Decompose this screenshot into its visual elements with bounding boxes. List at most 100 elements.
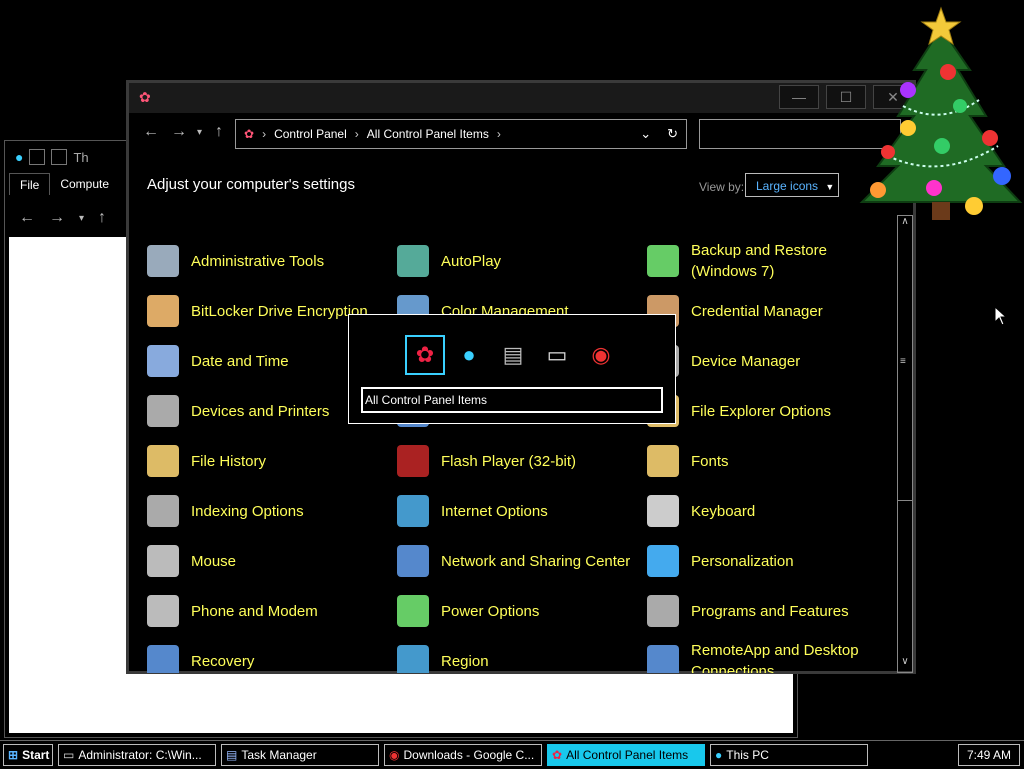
breadcrumb-separator-icon[interactable]: ›	[497, 127, 501, 141]
command-prompt-icon[interactable]: ▭	[537, 335, 577, 375]
task-manager-icon[interactable]: ▤	[493, 335, 533, 375]
mouse-icon	[147, 545, 179, 577]
breadcrumb-all-items[interactable]: All Control Panel Items	[367, 127, 489, 141]
control-panel-item[interactable]: Phone and Modem	[147, 589, 387, 633]
forward-arrow-icon[interactable]: →	[171, 123, 187, 141]
control-panel-item[interactable]: Indexing Options	[147, 489, 387, 533]
control-panel-item-label: Power Options	[441, 602, 540, 620]
control-panel-item-label: Backup and Restore (Windows 7)	[691, 242, 827, 280]
page-title: Adjust your computer's settings	[147, 176, 355, 193]
vertical-scrollbar[interactable]: ∧ ≡ ∨	[897, 215, 913, 673]
control-panel-item-label: Personalization	[691, 552, 794, 570]
control-panel-item-label: Keyboard	[691, 502, 756, 520]
control-panel-item[interactable]: Power Options	[397, 589, 637, 633]
keyboard-icon	[647, 495, 679, 527]
internet-options-icon	[397, 495, 429, 527]
breadcrumb-control-panel[interactable]: Control Panel	[274, 127, 347, 141]
quick-access-properties-icon[interactable]	[29, 149, 46, 165]
taskbar-button[interactable]: ◉ Downloads - Google C...	[384, 744, 542, 766]
christmas-tree-decoration	[859, 6, 1023, 220]
control-panel-item-label: AutoPlay	[441, 252, 502, 270]
start-label: Start	[22, 748, 50, 762]
scroll-down-arrow-icon[interactable]: ∨	[898, 656, 912, 672]
explorer-globe-icon[interactable]: ●	[449, 335, 489, 375]
control-panel-item[interactable]: RemoteApp and Desktop Connections	[647, 639, 887, 673]
control-panel-icon[interactable]: ✿	[405, 335, 445, 375]
control-panel-item[interactable]: Flash Player (32-bit)	[397, 439, 637, 483]
up-arrow-icon[interactable]: ↑	[215, 123, 223, 141]
control-panel-item[interactable]: Device Manager	[647, 339, 887, 383]
control-panel-item[interactable]: Keyboard	[647, 489, 887, 533]
address-dropdown-chevron-icon[interactable]: ⌄	[640, 126, 651, 142]
control-panel-icon: ✿	[244, 127, 255, 141]
control-panel-item-label: Internet Options	[441, 502, 548, 520]
cmd-icon: ▭	[63, 748, 75, 762]
control-panel-item[interactable]: Network and Sharing Center	[397, 539, 637, 583]
refresh-icon[interactable]: ↻	[667, 126, 678, 142]
power-options-icon	[397, 595, 429, 627]
recent-locations-chevron-icon[interactable]: ▾	[79, 213, 84, 224]
fonts-icon	[647, 445, 679, 477]
control-panel-item[interactable]: Administrative Tools	[147, 239, 387, 283]
quick-access-newfolder-icon[interactable]	[51, 149, 68, 165]
control-panel-item[interactable]: Personalization	[647, 539, 887, 583]
view-by-dropdown[interactable]: Large icons ▼	[745, 173, 839, 197]
control-panel-item[interactable]: AutoPlay	[397, 239, 637, 283]
breadcrumb-separator-icon[interactable]: ›	[355, 127, 359, 141]
clock[interactable]: 7:49 AM	[958, 744, 1020, 766]
tab-computer[interactable]: Compute	[50, 173, 119, 195]
taskbar-button-label: Administrator: C:\Win...	[78, 748, 202, 762]
taskbar-button-label: Task Manager	[241, 748, 317, 762]
view-by-label: View by:	[699, 180, 745, 194]
task-manager-icon: ▤	[226, 748, 238, 762]
control-panel-item[interactable]: Mouse	[147, 539, 387, 583]
chrome-icon[interactable]: ◉	[581, 335, 621, 375]
control-panel-item-label: Region	[441, 652, 489, 670]
minimize-button[interactable]: —	[779, 85, 819, 109]
start-button[interactable]: ⊞ Start	[3, 744, 53, 766]
control-panel-item[interactable]: File History	[147, 439, 387, 483]
file-history-icon	[147, 445, 179, 477]
control-panel-item[interactable]: Region	[397, 639, 637, 673]
up-arrow-icon[interactable]: ↑	[98, 209, 106, 227]
remoteapp-icon	[647, 645, 679, 673]
chrome-icon: ◉	[389, 748, 400, 762]
back-arrow-icon[interactable]: ←	[19, 209, 35, 227]
control-panel-item[interactable]: Recovery	[147, 639, 387, 673]
taskbar-button[interactable]: ▭ Administrator: C:\Win...	[58, 744, 216, 766]
forward-arrow-icon[interactable]: →	[49, 209, 65, 227]
control-panel-item[interactable]: Programs and Features	[647, 589, 887, 633]
control-panel-item-label: File Explorer Options	[691, 402, 832, 420]
taskbar-button[interactable]: ● This PC	[710, 744, 868, 766]
backup-icon	[647, 245, 679, 277]
control-panel-items-grid: Administrative Tools AutoPlay Backup and R…	[147, 233, 887, 673]
back-arrow-icon[interactable]: ←	[143, 123, 159, 141]
control-panel-item[interactable]: Internet Options	[397, 489, 637, 533]
control-panel-item-label: RemoteApp and Desktop Connections	[691, 642, 859, 673]
title-bar[interactable]: ✿ — ☐ ✕	[129, 83, 913, 113]
programs-features-icon	[647, 595, 679, 627]
scrollbar-thumb[interactable]	[898, 234, 912, 501]
taskbar-button[interactable]: ▤ Task Manager	[221, 744, 379, 766]
control-panel-item[interactable]: Fonts	[647, 439, 887, 483]
bitlocker-icon	[147, 295, 179, 327]
printer-icon	[147, 395, 179, 427]
network-icon	[397, 545, 429, 577]
breadcrumb-separator-icon[interactable]: ›	[262, 127, 266, 141]
tab-file[interactable]: File	[9, 173, 51, 195]
task-switcher[interactable]: ✿ ● ▤ ▭ ◉ All Control Panel Items	[348, 314, 676, 424]
control-panel-item-label: Fonts	[691, 452, 729, 470]
mouse-cursor-icon	[994, 306, 1008, 326]
control-panel-item-label: Devices and Printers	[191, 402, 330, 420]
control-panel-item[interactable]: Credential Manager	[647, 289, 887, 333]
region-icon	[397, 645, 429, 673]
recent-locations-chevron-icon[interactable]: ▾	[197, 127, 202, 138]
address-bar[interactable]: ✿ › Control Panel › All Control Panel It…	[235, 119, 687, 149]
control-panel-item[interactable]: File Explorer Options	[647, 389, 887, 433]
control-panel-item-label: Mouse	[191, 552, 237, 570]
control-panel-item[interactable]: Backup and Restore (Windows 7)	[647, 239, 887, 283]
control-panel-item-label: Credential Manager	[691, 302, 823, 320]
taskbar-button[interactable]: ✿ All Control Panel Items	[547, 744, 705, 766]
recovery-icon	[147, 645, 179, 673]
indexing-icon	[147, 495, 179, 527]
